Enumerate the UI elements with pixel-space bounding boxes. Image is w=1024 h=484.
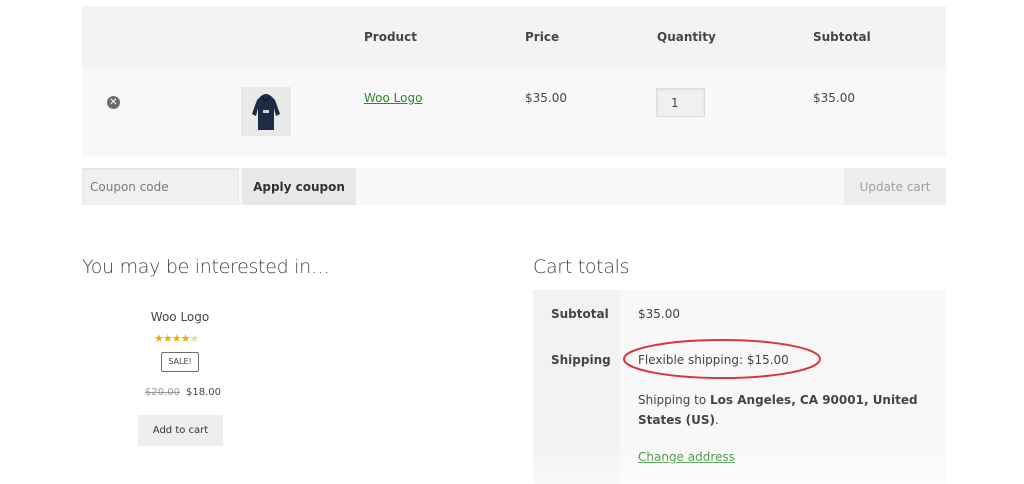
remove-icon[interactable]: ✕ (107, 96, 120, 109)
product-thumbnail[interactable] (241, 87, 291, 136)
star-icon: ★ (162, 332, 173, 345)
cart-totals-table: Subtotal $35.00 Shipping Flexible shippi… (533, 290, 946, 484)
shipping-to-suffix: . (715, 413, 719, 427)
old-price: $20.00 (145, 387, 180, 398)
change-address-link[interactable]: Change address (638, 450, 735, 464)
star-empty-icon: ★ (189, 332, 200, 345)
price-column-header: Price (525, 30, 560, 44)
related-products-title: You may be interested in… (82, 256, 330, 278)
cart-totals-title: Cart totals (533, 256, 630, 278)
star-icon: ★ (171, 332, 182, 345)
subtotal-label: Subtotal (551, 307, 609, 321)
table-row: ✕ Woo Logo $35.00 $35.00 (82, 67, 946, 156)
coupon-code-input[interactable] (82, 168, 239, 205)
shipping-destination: Shipping to Los Angeles, CA 90001, Unite… (638, 390, 928, 430)
apply-coupon-button[interactable]: Apply coupon (242, 168, 356, 205)
shipping-to-prefix: Shipping to (638, 393, 711, 407)
related-product-name[interactable]: Woo Logo (120, 310, 240, 324)
quantity-input[interactable] (656, 88, 705, 117)
update-cart-button[interactable]: Update cart (844, 168, 946, 205)
sale-badge: SALE! (161, 352, 199, 372)
subtotal-value: $35.00 (638, 307, 680, 321)
quantity-column-header: Quantity (657, 30, 716, 44)
hoodie-icon (252, 93, 280, 130)
star-rating: ★★★★★ (154, 332, 200, 345)
sale-price: $18.00 (186, 387, 221, 398)
product-subtotal: $35.00 (813, 91, 855, 105)
add-to-cart-button[interactable]: Add to cart (138, 415, 223, 446)
cart-actions: Apply coupon Update cart (82, 168, 946, 205)
subtotal-column-header: Subtotal (813, 30, 871, 44)
star-icon: ★ (154, 332, 164, 345)
product-price: $35.00 (525, 91, 567, 105)
shipping-label: Shipping (551, 353, 611, 367)
cart-table: Product Price Quantity Subtotal ✕ Woo Lo… (82, 6, 946, 156)
cart-table-header: Product Price Quantity Subtotal (82, 6, 946, 67)
star-icon: ★ (180, 332, 191, 345)
product-column-header: Product (364, 30, 417, 44)
product-name-link[interactable]: Woo Logo (364, 91, 422, 105)
annotation-ellipse (623, 339, 821, 379)
